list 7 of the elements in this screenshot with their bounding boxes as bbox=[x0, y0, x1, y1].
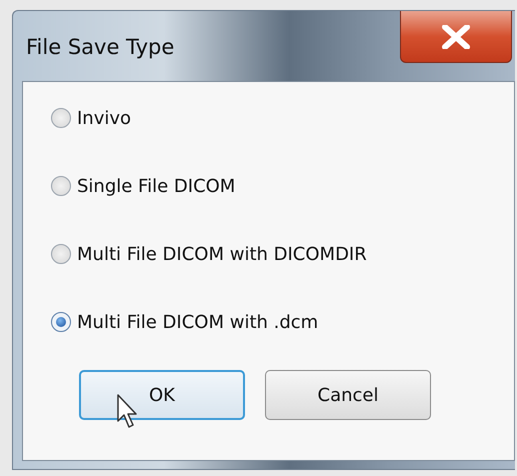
ok-button[interactable]: OK bbox=[79, 370, 245, 420]
option-label: Invivo bbox=[77, 108, 132, 128]
option-label: Single File DICOM bbox=[77, 176, 236, 196]
window-title: File Save Type bbox=[26, 35, 174, 59]
option-label: Multi File DICOM with DICOMDIR bbox=[77, 244, 367, 264]
option-label: Multi File DICOM with .dcm bbox=[77, 312, 318, 332]
cancel-button[interactable]: Cancel bbox=[265, 370, 431, 420]
